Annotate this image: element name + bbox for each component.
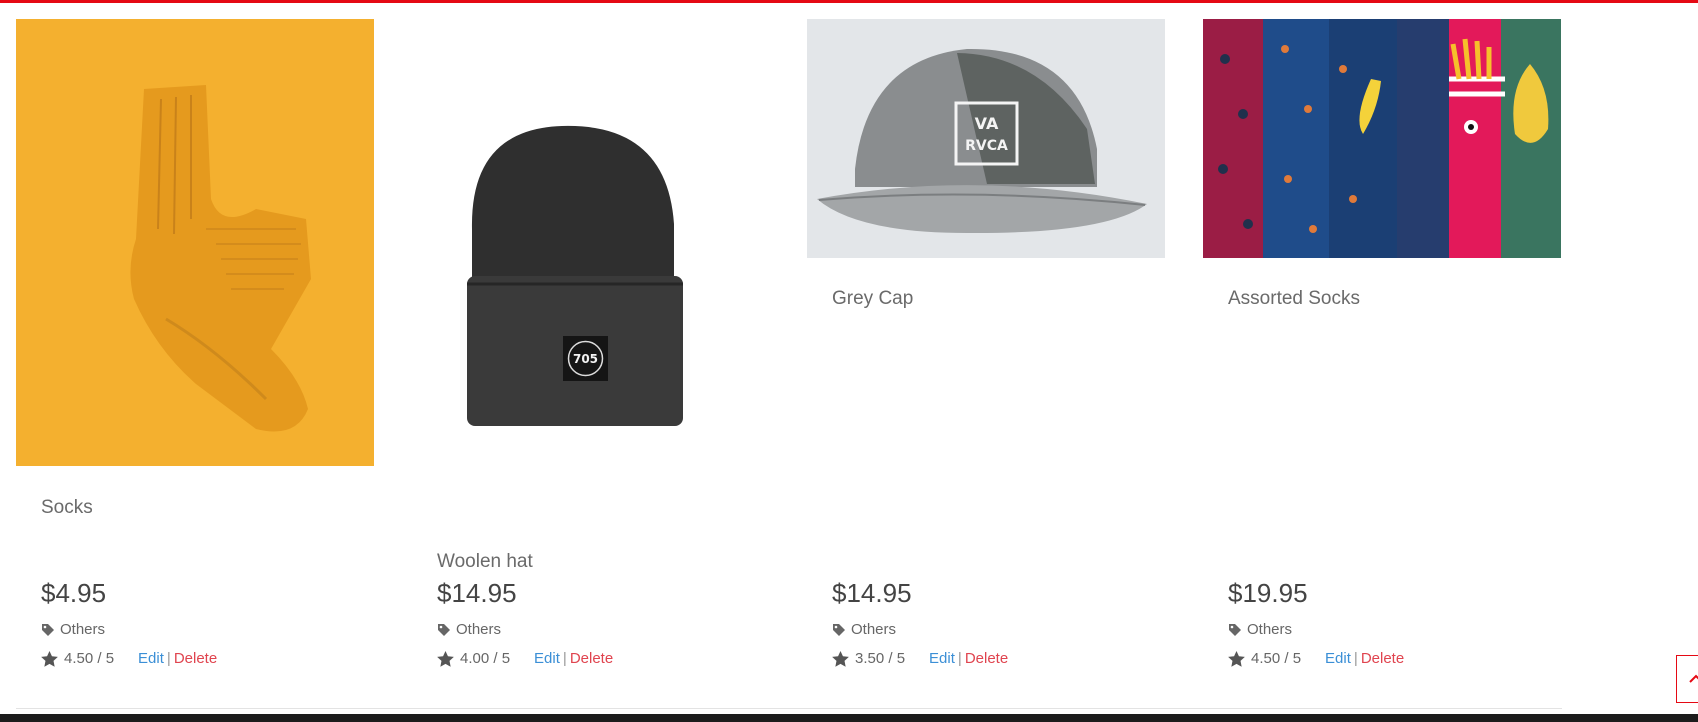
cap-logo-bottom: RVCA	[965, 138, 1008, 154]
delete-link[interactable]: Delete	[570, 650, 613, 667]
product-category: Others	[1228, 621, 1292, 638]
product-category: Others	[832, 621, 896, 638]
delete-link[interactable]: Delete	[965, 650, 1008, 667]
product-card: Assorted Socks $19.95 Others 4.50 / 5 Ed…	[1203, 0, 1561, 700]
star-icon	[832, 650, 849, 667]
edit-link[interactable]: Edit	[138, 650, 164, 667]
beanie-patch-text: 705	[573, 352, 598, 366]
category-label[interactable]: Others	[60, 621, 105, 638]
product-title[interactable]: Socks	[41, 497, 93, 519]
product-rating-row: 4.00 / 5 Edit | Delete	[437, 650, 613, 667]
product-rating-row: 4.50 / 5 Edit | Delete	[41, 650, 217, 667]
link-separator: |	[1353, 650, 1358, 667]
rating-value: 4.50 / 5	[1251, 650, 1302, 667]
delete-link[interactable]: Delete	[174, 650, 217, 667]
category-label[interactable]: Others	[1247, 621, 1292, 638]
tag-icon	[1229, 623, 1241, 636]
product-card: 705 Woolen hat $14.95 Others 4.00 / 5 Ed…	[412, 0, 770, 700]
link-separator: |	[166, 650, 171, 667]
product-image[interactable]	[16, 19, 374, 466]
edit-link[interactable]: Edit	[929, 650, 955, 667]
link-separator: |	[562, 650, 567, 667]
product-price: $19.95	[1228, 578, 1308, 608]
footer-bar	[0, 714, 1698, 722]
product-card: VA RVCA Grey Cap $14.95 Others 3.50 / 5 …	[807, 0, 1165, 700]
product-rating-row: 4.50 / 5 Edit | Delete	[1228, 650, 1404, 667]
product-title[interactable]: Woolen hat	[437, 551, 533, 573]
rating-value: 4.50 / 5	[64, 650, 115, 667]
product-title[interactable]: Grey Cap	[832, 288, 913, 310]
category-label[interactable]: Others	[456, 621, 501, 638]
delete-link[interactable]: Delete	[1361, 650, 1404, 667]
cap-logo-top: VA	[975, 114, 999, 133]
product-title[interactable]: Assorted Socks	[1228, 288, 1360, 310]
product-image[interactable]	[1203, 19, 1561, 258]
tag-icon	[438, 623, 450, 636]
product-price: $4.95	[41, 578, 107, 608]
tag-icon	[833, 623, 845, 636]
rating-value: 3.50 / 5	[855, 650, 906, 667]
star-icon	[41, 650, 58, 667]
product-price: $14.95	[437, 578, 517, 608]
edit-link[interactable]: Edit	[1325, 650, 1351, 667]
product-rating-row: 3.50 / 5 Edit | Delete	[832, 650, 1008, 667]
chevron-up-icon	[1689, 674, 1698, 683]
star-icon	[437, 650, 454, 667]
product-card: Socks $4.95 Others 4.50 / 5 Edit | Delet…	[16, 0, 374, 700]
scroll-to-top-button[interactable]	[1676, 655, 1698, 703]
product-image[interactable]: 705	[412, 19, 770, 466]
edit-link[interactable]: Edit	[534, 650, 560, 667]
product-image[interactable]: VA RVCA	[807, 19, 1165, 258]
star-icon	[1228, 650, 1245, 667]
rating-value: 4.00 / 5	[460, 650, 511, 667]
product-category: Others	[437, 621, 501, 638]
product-price: $14.95	[832, 578, 912, 608]
category-label[interactable]: Others	[851, 621, 896, 638]
link-separator: |	[957, 650, 962, 667]
product-category: Others	[41, 621, 105, 638]
footer-divider	[16, 708, 1562, 709]
tag-icon	[42, 623, 54, 636]
